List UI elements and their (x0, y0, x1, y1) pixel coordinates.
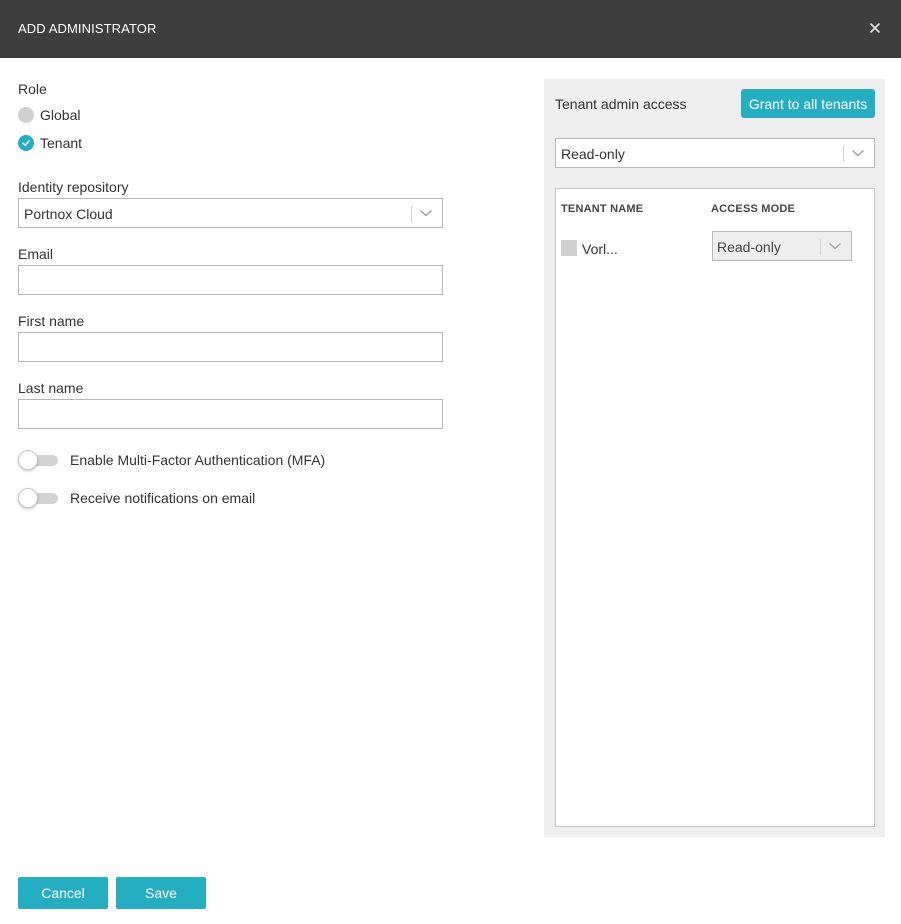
email-field[interactable] (18, 265, 443, 295)
dialog-title: ADD ADMINISTRATOR (18, 21, 157, 36)
first-name-field[interactable] (18, 332, 443, 362)
save-button[interactable]: Save (116, 877, 206, 909)
role-option-global[interactable]: Global (18, 106, 80, 124)
role-option-tenant-label: Tenant (40, 135, 83, 151)
identity-repository-value: Portnox Cloud (24, 206, 113, 222)
toggle-knob (18, 450, 38, 470)
cancel-button[interactable]: Cancel (18, 877, 108, 909)
default-access-select[interactable]: Read-only (555, 138, 875, 168)
dialog-header: ADD ADMINISTRATOR (0, 0, 901, 58)
select-divider (411, 206, 412, 222)
default-access-value: Read-only (561, 146, 625, 162)
role-option-global-label: Global (40, 107, 81, 123)
radio-checked-icon (18, 135, 34, 151)
notifications-toggle[interactable] (18, 487, 58, 509)
radio-unchecked-icon (18, 107, 34, 123)
role-label: Role (18, 81, 47, 97)
close-button[interactable] (866, 19, 884, 37)
close-icon (870, 23, 880, 33)
tenant-row-access-value: Read-only (717, 239, 781, 255)
tenant-access-panel: Tenant admin access Grant to all tenants… (544, 79, 885, 837)
identity-repository-select[interactable]: Portnox Cloud (18, 198, 443, 228)
role-option-tenant[interactable]: Tenant (18, 134, 82, 152)
tenant-row-checkbox[interactable] (561, 240, 577, 256)
last-name-field[interactable] (18, 399, 443, 429)
column-header-tenant-name: TENANT NAME (561, 203, 644, 215)
mfa-toggle-row[interactable]: Enable Multi-Factor Authentication (MFA) (18, 449, 325, 471)
chevron-down-icon (852, 150, 864, 157)
column-header-access-mode: ACCESS MODE (711, 203, 796, 215)
tenant-access-title: Tenant admin access (555, 96, 687, 112)
tenant-row-access-select[interactable]: Read-only (712, 231, 852, 261)
select-divider (820, 239, 821, 255)
tenant-row-name: Vorl... (582, 241, 618, 257)
identity-repository-label: Identity repository (18, 179, 129, 195)
mfa-toggle[interactable] (18, 449, 58, 471)
tenant-table: TENANT NAME ACCESS MODE Vorl... Read-onl… (555, 188, 875, 827)
notifications-toggle-row[interactable]: Receive notifications on email (18, 487, 255, 509)
notifications-toggle-label: Receive notifications on email (70, 490, 256, 506)
toggle-knob (18, 488, 38, 508)
last-name-label: Last name (18, 380, 84, 396)
chevron-down-icon (420, 210, 432, 217)
select-divider (843, 146, 844, 162)
grant-to-all-tenants-button[interactable]: Grant to all tenants (741, 89, 875, 118)
mfa-toggle-label: Enable Multi-Factor Authentication (MFA) (70, 452, 326, 468)
chevron-down-icon (829, 243, 841, 250)
email-label: Email (18, 246, 54, 262)
first-name-label: First name (18, 313, 85, 329)
